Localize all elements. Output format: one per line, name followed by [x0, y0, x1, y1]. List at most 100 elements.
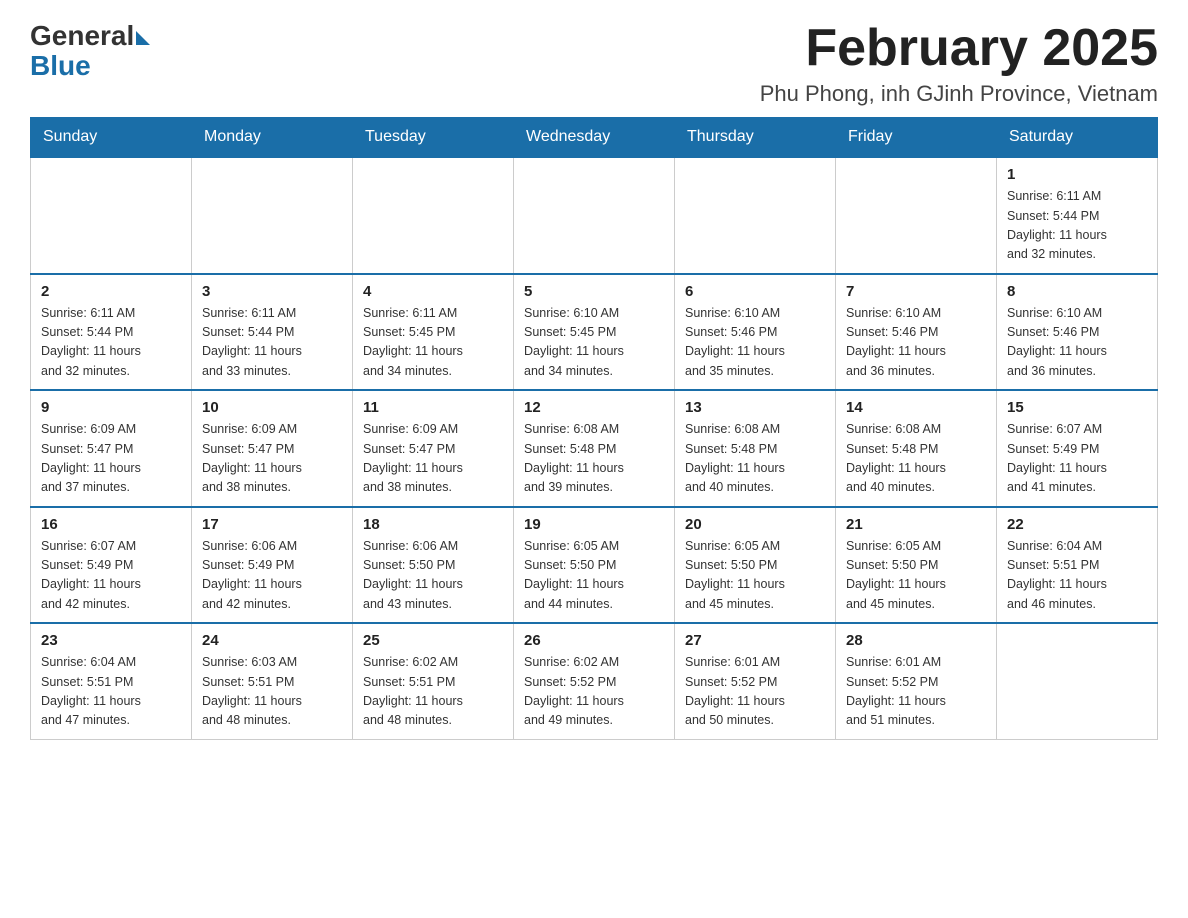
day-info: Sunrise: 6:11 AMSunset: 5:44 PMDaylight:… [1007, 187, 1147, 265]
day-number: 21 [846, 516, 986, 533]
day-number: 16 [41, 516, 181, 533]
day-info: Sunrise: 6:04 AMSunset: 5:51 PMDaylight:… [41, 653, 181, 731]
day-info: Sunrise: 6:05 AMSunset: 5:50 PMDaylight:… [846, 537, 986, 615]
calendar-cell: 28 Sunrise: 6:01 AMSunset: 5:52 PMDayligh… [836, 623, 997, 739]
day-info: Sunrise: 6:05 AMSunset: 5:50 PMDaylight:… [685, 537, 825, 615]
day-number: 25 [363, 632, 503, 649]
calendar-cell: 14 Sunrise: 6:08 AMSunset: 5:48 PMDayligh… [836, 390, 997, 507]
calendar-cell: 13Sunrise: 6:08 AMSunset: 5:48 PMDayligh… [675, 390, 836, 507]
day-of-week-header: Sunday [31, 118, 192, 158]
calendar-cell: 18 Sunrise: 6:06 AMSunset: 5:50 PMDayligh… [353, 507, 514, 624]
day-of-week-header: Friday [836, 118, 997, 158]
calendar-cell: 2 Sunrise: 6:11 AMSunset: 5:44 PMDaylight… [31, 274, 192, 391]
main-title: February 2025 [760, 20, 1158, 77]
day-info: Sunrise: 6:09 AMSunset: 5:47 PMDaylight:… [363, 420, 503, 498]
day-number: 27 [685, 632, 825, 649]
calendar-cell: 25Sunrise: 6:02 AMSunset: 5:51 PMDayligh… [353, 623, 514, 739]
calendar-cell: 11 Sunrise: 6:09 AMSunset: 5:47 PMDayligh… [353, 390, 514, 507]
calendar-cell: 21 Sunrise: 6:05 AMSunset: 5:50 PMDayligh… [836, 507, 997, 624]
calendar-cell [997, 623, 1158, 739]
page-header: General Blue February 2025 Phu Phong, in… [30, 20, 1158, 107]
day-number: 5 [524, 283, 664, 300]
calendar-header-row: SundayMondayTuesdayWednesdayThursdayFrid… [31, 118, 1158, 158]
day-number: 13 [685, 399, 825, 416]
calendar-cell: 10 Sunrise: 6:09 AMSunset: 5:47 PMDayligh… [192, 390, 353, 507]
day-of-week-header: Monday [192, 118, 353, 158]
day-info: Sunrise: 6:08 AMSunset: 5:48 PMDaylight:… [846, 420, 986, 498]
day-of-week-header: Saturday [997, 118, 1158, 158]
logo-blue-text: Blue [30, 50, 91, 82]
title-section: February 2025 Phu Phong, inh GJinh Provi… [760, 20, 1158, 107]
day-info: Sunrise: 6:06 AMSunset: 5:49 PMDaylight:… [202, 537, 342, 615]
calendar-cell [192, 157, 353, 274]
calendar-cell: 23 Sunrise: 6:04 AMSunset: 5:51 PMDayligh… [31, 623, 192, 739]
day-number: 10 [202, 399, 342, 416]
location-subtitle: Phu Phong, inh GJinh Province, Vietnam [760, 81, 1158, 107]
day-number: 23 [41, 632, 181, 649]
day-info: Sunrise: 6:09 AMSunset: 5:47 PMDaylight:… [41, 420, 181, 498]
day-info: Sunrise: 6:01 AMSunset: 5:52 PMDaylight:… [846, 653, 986, 731]
day-info: Sunrise: 6:11 AMSunset: 5:45 PMDaylight:… [363, 304, 503, 382]
calendar-cell: 24 Sunrise: 6:03 AMSunset: 5:51 PMDayligh… [192, 623, 353, 739]
day-number: 7 [846, 283, 986, 300]
calendar-cell: 1 Sunrise: 6:11 AMSunset: 5:44 PMDaylight… [997, 157, 1158, 274]
calendar-week-row: 1 Sunrise: 6:11 AMSunset: 5:44 PMDaylight… [31, 157, 1158, 274]
calendar-cell: 6 Sunrise: 6:10 AMSunset: 5:46 PMDaylight… [675, 274, 836, 391]
day-info: Sunrise: 6:07 AMSunset: 5:49 PMDaylight:… [41, 537, 181, 615]
calendar-cell: 3 Sunrise: 6:11 AMSunset: 5:44 PMDaylight… [192, 274, 353, 391]
calendar-cell: 4 Sunrise: 6:11 AMSunset: 5:45 PMDaylight… [353, 274, 514, 391]
day-info: Sunrise: 6:07 AMSunset: 5:49 PMDaylight:… [1007, 420, 1147, 498]
calendar-cell: 26 Sunrise: 6:02 AMSunset: 5:52 PMDayligh… [514, 623, 675, 739]
day-number: 3 [202, 283, 342, 300]
logo: General Blue [30, 20, 150, 82]
day-info: Sunrise: 6:03 AMSunset: 5:51 PMDaylight:… [202, 653, 342, 731]
calendar-cell: 19Sunrise: 6:05 AMSunset: 5:50 PMDayligh… [514, 507, 675, 624]
day-number: 18 [363, 516, 503, 533]
day-number: 26 [524, 632, 664, 649]
day-info: Sunrise: 6:09 AMSunset: 5:47 PMDaylight:… [202, 420, 342, 498]
calendar-week-row: 9Sunrise: 6:09 AMSunset: 5:47 PMDaylight… [31, 390, 1158, 507]
day-of-week-header: Thursday [675, 118, 836, 158]
day-info: Sunrise: 6:08 AMSunset: 5:48 PMDaylight:… [524, 420, 664, 498]
day-info: Sunrise: 6:05 AMSunset: 5:50 PMDaylight:… [524, 537, 664, 615]
day-number: 1 [1007, 166, 1147, 183]
calendar-cell: 20 Sunrise: 6:05 AMSunset: 5:50 PMDayligh… [675, 507, 836, 624]
day-number: 11 [363, 399, 503, 416]
day-number: 12 [524, 399, 664, 416]
calendar-cell: 8 Sunrise: 6:10 AMSunset: 5:46 PMDaylight… [997, 274, 1158, 391]
day-info: Sunrise: 6:04 AMSunset: 5:51 PMDaylight:… [1007, 537, 1147, 615]
day-info: Sunrise: 6:10 AMSunset: 5:45 PMDaylight:… [524, 304, 664, 382]
day-number: 8 [1007, 283, 1147, 300]
day-number: 6 [685, 283, 825, 300]
calendar-table: SundayMondayTuesdayWednesdayThursdayFrid… [30, 117, 1158, 740]
calendar-cell: 5 Sunrise: 6:10 AMSunset: 5:45 PMDaylight… [514, 274, 675, 391]
calendar-cell: 15 Sunrise: 6:07 AMSunset: 5:49 PMDayligh… [997, 390, 1158, 507]
calendar-cell [31, 157, 192, 274]
calendar-cell: 12 Sunrise: 6:08 AMSunset: 5:48 PMDayligh… [514, 390, 675, 507]
day-info: Sunrise: 6:10 AMSunset: 5:46 PMDaylight:… [1007, 304, 1147, 382]
day-info: Sunrise: 6:10 AMSunset: 5:46 PMDaylight:… [685, 304, 825, 382]
calendar-cell [836, 157, 997, 274]
calendar-week-row: 23 Sunrise: 6:04 AMSunset: 5:51 PMDayligh… [31, 623, 1158, 739]
calendar-week-row: 16 Sunrise: 6:07 AMSunset: 5:49 PMDayligh… [31, 507, 1158, 624]
day-info: Sunrise: 6:02 AMSunset: 5:52 PMDaylight:… [524, 653, 664, 731]
day-info: Sunrise: 6:11 AMSunset: 5:44 PMDaylight:… [202, 304, 342, 382]
day-number: 20 [685, 516, 825, 533]
calendar-cell: 22Sunrise: 6:04 AMSunset: 5:51 PMDayligh… [997, 507, 1158, 624]
calendar-cell: 17Sunrise: 6:06 AMSunset: 5:49 PMDayligh… [192, 507, 353, 624]
calendar-week-row: 2 Sunrise: 6:11 AMSunset: 5:44 PMDaylight… [31, 274, 1158, 391]
day-info: Sunrise: 6:01 AMSunset: 5:52 PMDaylight:… [685, 653, 825, 731]
day-number: 2 [41, 283, 181, 300]
day-number: 15 [1007, 399, 1147, 416]
day-number: 24 [202, 632, 342, 649]
day-number: 14 [846, 399, 986, 416]
calendar-cell [353, 157, 514, 274]
calendar-cell [514, 157, 675, 274]
day-number: 28 [846, 632, 986, 649]
calendar-cell: 16 Sunrise: 6:07 AMSunset: 5:49 PMDayligh… [31, 507, 192, 624]
day-of-week-header: Tuesday [353, 118, 514, 158]
day-info: Sunrise: 6:11 AMSunset: 5:44 PMDaylight:… [41, 304, 181, 382]
day-info: Sunrise: 6:06 AMSunset: 5:50 PMDaylight:… [363, 537, 503, 615]
day-number: 4 [363, 283, 503, 300]
calendar-cell: 27 Sunrise: 6:01 AMSunset: 5:52 PMDayligh… [675, 623, 836, 739]
